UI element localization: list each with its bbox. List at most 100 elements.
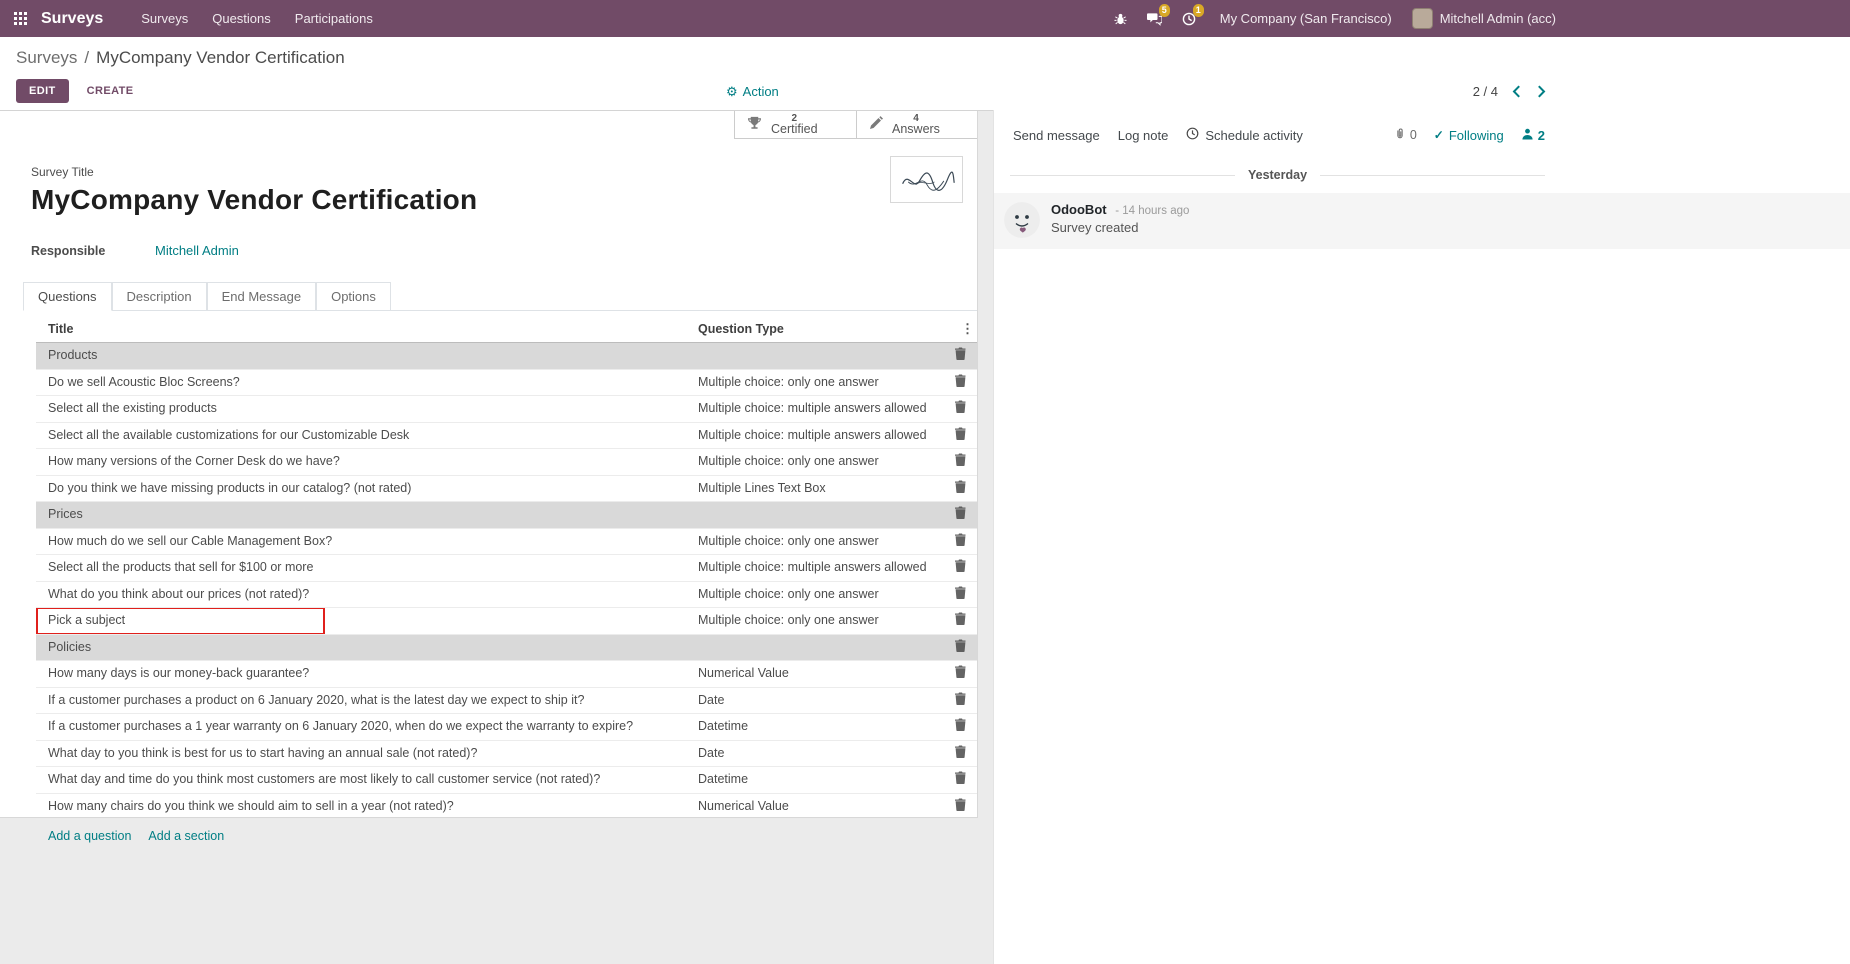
delete-cell[interactable] bbox=[943, 555, 977, 582]
menu-surveys[interactable]: Surveys bbox=[129, 0, 200, 37]
question-title[interactable]: What day and time do you think most cust… bbox=[36, 767, 686, 794]
trash-icon[interactable] bbox=[955, 692, 966, 705]
trash-icon[interactable] bbox=[955, 347, 966, 360]
pager-value[interactable]: 2 / 4 bbox=[1473, 84, 1498, 99]
message-author[interactable]: OdooBot bbox=[1051, 202, 1107, 217]
trash-icon[interactable] bbox=[955, 586, 966, 599]
question-row[interactable]: If a customer purchases a product on 6 J… bbox=[36, 687, 977, 714]
delete-cell[interactable] bbox=[943, 475, 977, 502]
pager-next-button[interactable] bbox=[1535, 83, 1548, 100]
answers-stat-button[interactable]: 4 Answers bbox=[856, 111, 977, 138]
delete-cell[interactable] bbox=[943, 528, 977, 555]
question-title[interactable]: How many chairs do you think we should a… bbox=[36, 793, 686, 820]
apps-menu-icon[interactable] bbox=[0, 0, 41, 37]
delete-cell[interactable] bbox=[943, 767, 977, 794]
trash-icon[interactable] bbox=[955, 427, 966, 440]
trash-icon[interactable] bbox=[955, 453, 966, 466]
question-title[interactable]: Select all the existing products bbox=[36, 396, 686, 423]
messages-icon[interactable]: 5 bbox=[1137, 0, 1172, 37]
trash-icon[interactable] bbox=[955, 718, 966, 731]
delete-cell[interactable] bbox=[943, 502, 977, 529]
question-title[interactable]: Select all the available customizations … bbox=[36, 422, 686, 449]
trash-icon[interactable] bbox=[955, 771, 966, 784]
question-row[interactable]: Do you think we have missing products in… bbox=[36, 475, 977, 502]
tab-end-message[interactable]: End Message bbox=[207, 282, 317, 311]
delete-cell[interactable] bbox=[943, 369, 977, 396]
chatter-message[interactable]: OdooBot - 14 hours ago Survey created bbox=[994, 193, 1850, 249]
question-row[interactable]: How many chairs do you think we should a… bbox=[36, 793, 977, 820]
question-title[interactable]: Do we sell Acoustic Bloc Screens? bbox=[36, 369, 686, 396]
activities-icon[interactable]: 1 bbox=[1172, 0, 1206, 37]
delete-cell[interactable] bbox=[943, 343, 977, 370]
trash-icon[interactable] bbox=[955, 400, 966, 413]
question-row[interactable]: Select all the existing productsMultiple… bbox=[36, 396, 977, 423]
add-question-link[interactable]: Add a question bbox=[48, 829, 131, 843]
app-brand[interactable]: Surveys bbox=[41, 10, 103, 28]
question-row[interactable]: Select all the products that sell for $1… bbox=[36, 555, 977, 582]
delete-cell[interactable] bbox=[943, 608, 977, 635]
section-title[interactable]: Prices bbox=[36, 502, 943, 529]
attachments-button[interactable]: 0 bbox=[1394, 127, 1417, 143]
delete-cell[interactable] bbox=[943, 740, 977, 767]
column-header-title[interactable]: Title bbox=[36, 315, 686, 343]
trash-icon[interactable] bbox=[955, 480, 966, 493]
certified-stat-button[interactable]: 2 Certified bbox=[735, 111, 856, 138]
section-title[interactable]: Products bbox=[36, 343, 943, 370]
create-button[interactable]: CREATE bbox=[83, 79, 138, 103]
action-menu-button[interactable]: ⚙ Action bbox=[726, 84, 779, 99]
trash-icon[interactable] bbox=[955, 374, 966, 387]
trash-icon[interactable] bbox=[955, 533, 966, 546]
section-row[interactable]: Products bbox=[36, 343, 977, 370]
question-title[interactable]: How many versions of the Corner Desk do … bbox=[36, 449, 686, 476]
pager-previous-button[interactable] bbox=[1510, 83, 1523, 100]
question-title[interactable]: Do you think we have missing products in… bbox=[36, 475, 686, 502]
tab-options[interactable]: Options bbox=[316, 282, 391, 311]
trash-icon[interactable] bbox=[955, 612, 966, 625]
menu-participations[interactable]: Participations bbox=[283, 0, 385, 37]
delete-cell[interactable] bbox=[943, 581, 977, 608]
delete-cell[interactable] bbox=[943, 422, 977, 449]
question-title[interactable]: How much do we sell our Cable Management… bbox=[36, 528, 686, 555]
trash-icon[interactable] bbox=[955, 559, 966, 572]
trash-icon[interactable] bbox=[955, 639, 966, 652]
schedule-activity-button[interactable]: Schedule activity bbox=[1177, 123, 1312, 147]
edit-button[interactable]: EDIT bbox=[16, 79, 69, 103]
question-title[interactable]: Pick a subject bbox=[36, 608, 686, 635]
question-row[interactable]: Do we sell Acoustic Bloc Screens?Multipl… bbox=[36, 369, 977, 396]
question-row[interactable]: Select all the available customizations … bbox=[36, 422, 977, 449]
add-section-link[interactable]: Add a section bbox=[148, 829, 224, 843]
trash-icon[interactable] bbox=[955, 506, 966, 519]
trash-icon[interactable] bbox=[955, 745, 966, 758]
question-row[interactable]: Pick a subjectMultiple choice: only one … bbox=[36, 608, 977, 635]
debug-icon[interactable] bbox=[1104, 0, 1137, 37]
breadcrumb-surveys-link[interactable]: Surveys bbox=[16, 48, 77, 67]
question-row[interactable]: What day to you think is best for us to … bbox=[36, 740, 977, 767]
responsible-value-link[interactable]: Mitchell Admin bbox=[155, 243, 239, 258]
question-title[interactable]: What day to you think is best for us to … bbox=[36, 740, 686, 767]
question-row[interactable]: If a customer purchases a 1 year warrant… bbox=[36, 714, 977, 741]
delete-cell[interactable] bbox=[943, 634, 977, 661]
question-title[interactable]: Select all the products that sell for $1… bbox=[36, 555, 686, 582]
question-row[interactable]: What do you think about our prices (not … bbox=[36, 581, 977, 608]
following-button[interactable]: ✓ Following bbox=[1434, 128, 1504, 143]
question-row[interactable]: How much do we sell our Cable Management… bbox=[36, 528, 977, 555]
followers-button[interactable]: 2 bbox=[1521, 128, 1545, 143]
optional-columns-icon[interactable]: ⋮ bbox=[961, 321, 973, 336]
question-title[interactable]: If a customer purchases a 1 year warrant… bbox=[36, 714, 686, 741]
question-title[interactable]: What do you think about our prices (not … bbox=[36, 581, 686, 608]
delete-cell[interactable] bbox=[943, 449, 977, 476]
delete-cell[interactable] bbox=[943, 396, 977, 423]
tab-questions[interactable]: Questions bbox=[23, 282, 112, 311]
delete-cell[interactable] bbox=[943, 661, 977, 688]
question-title[interactable]: How many days is our money-back guarante… bbox=[36, 661, 686, 688]
column-header-question-type[interactable]: Question Type bbox=[686, 315, 943, 343]
question-row[interactable]: How many days is our money-back guarante… bbox=[36, 661, 977, 688]
question-row[interactable]: How many versions of the Corner Desk do … bbox=[36, 449, 977, 476]
tab-description[interactable]: Description bbox=[112, 282, 207, 311]
section-row[interactable]: Policies bbox=[36, 634, 977, 661]
delete-cell[interactable] bbox=[943, 714, 977, 741]
question-row[interactable]: What day and time do you think most cust… bbox=[36, 767, 977, 794]
question-title[interactable]: If a customer purchases a product on 6 J… bbox=[36, 687, 686, 714]
company-switcher[interactable]: My Company (San Francisco) bbox=[1206, 11, 1406, 26]
section-title[interactable]: Policies bbox=[36, 634, 943, 661]
